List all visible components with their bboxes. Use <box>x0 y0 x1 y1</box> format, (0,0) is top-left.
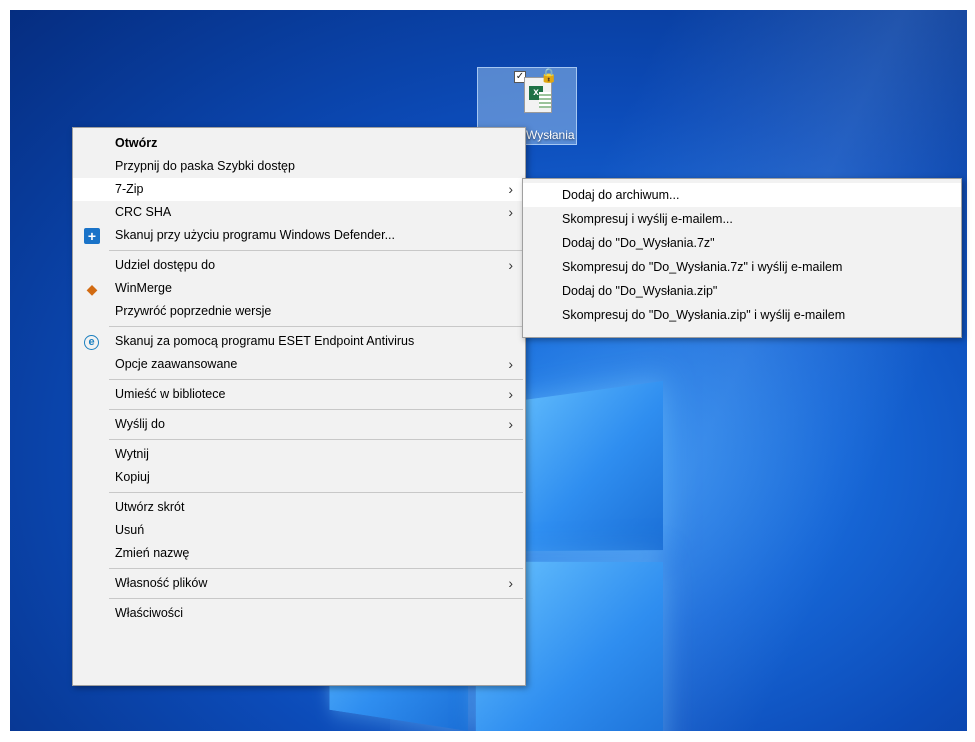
menu-item-delete[interactable]: Usuń <box>73 519 525 542</box>
menu-item-label: Przywróć poprzednie wersje <box>115 304 272 318</box>
chevron-right-icon: › <box>508 416 513 432</box>
eset-icon: e <box>84 335 99 350</box>
menu-item-restore-versions[interactable]: Przywróć poprzednie wersje <box>73 300 525 323</box>
menu-separator <box>109 409 523 410</box>
spreadsheet-grid-icon <box>539 92 551 108</box>
menu-item-label: Zmień nazwę <box>115 546 190 560</box>
context-menu: Otwórz Przypnij do paska Szybki dostęp 7… <box>72 127 526 686</box>
submenu-item-compress-email[interactable]: Skompresuj i wyślij e-mailem... <box>523 207 961 231</box>
menu-separator <box>109 492 523 493</box>
menu-item-7zip[interactable]: 7-Zip › <box>73 178 525 201</box>
menu-item-label: Skompresuj do "Do_Wysłania.zip" i wyślij… <box>562 308 846 322</box>
menu-separator <box>109 439 523 440</box>
menu-item-label: 7-Zip <box>115 182 144 196</box>
submenu-item-compress-zip-email[interactable]: Skompresuj do "Do_Wysłania.zip" i wyślij… <box>523 303 961 327</box>
lock-icon: 🔒 <box>540 67 558 83</box>
menu-item-label: Wytnij <box>115 447 149 461</box>
menu-item-label: Usuń <box>115 523 145 537</box>
chevron-right-icon: › <box>508 386 513 402</box>
submenu-item-add-zip[interactable]: Dodaj do "Do_Wysłania.zip" <box>523 279 961 303</box>
submenu-item-compress-7z-email[interactable]: Skompresuj do "Do_Wysłania.7z" i wyślij … <box>523 255 961 279</box>
menu-item-send-to[interactable]: Wyślij do › <box>73 413 525 436</box>
menu-item-eset-scan[interactable]: e Skanuj za pomocą programu ESET Endpoint… <box>73 330 525 353</box>
menu-item-pin-quick-access[interactable]: Przypnij do paska Szybki dostęp <box>73 155 525 178</box>
menu-item-file-ownership[interactable]: Własność plików › <box>73 572 525 595</box>
menu-item-winmerge[interactable]: ◆ WinMerge <box>73 277 525 300</box>
submenu-item-add-7z[interactable]: Dodaj do "Do_Wysłania.7z" <box>523 231 961 255</box>
chevron-right-icon: › <box>508 257 513 273</box>
menu-item-label: Wyślij do <box>115 417 165 431</box>
menu-item-label: Skanuj przy użyciu programu Windows Defe… <box>115 228 395 242</box>
menu-item-properties[interactable]: Właściwości <box>73 602 525 625</box>
menu-separator <box>109 568 523 569</box>
chevron-right-icon: › <box>508 575 513 591</box>
menu-item-copy[interactable]: Kopiuj <box>73 466 525 489</box>
menu-item-label: Kopiuj <box>115 470 150 484</box>
7zip-submenu: Dodaj do archiwum... Skompresuj i wyślij… <box>522 178 962 338</box>
menu-item-label: Udziel dostępu do <box>115 258 216 272</box>
menu-item-label: Dodaj do "Do_Wysłania.zip" <box>562 284 718 298</box>
chevron-right-icon: › <box>508 181 513 197</box>
menu-item-label: WinMerge <box>115 281 172 295</box>
menu-item-label: Skanuj za pomocą programu ESET Endpoint … <box>115 334 415 348</box>
menu-separator <box>109 326 523 327</box>
menu-item-label: Utwórz skrót <box>115 500 185 514</box>
menu-item-advanced-options[interactable]: Opcje zaawansowane › <box>73 353 525 376</box>
menu-separator <box>109 379 523 380</box>
menu-item-label: Własność plików <box>115 576 208 590</box>
menu-item-cut[interactable]: Wytnij <box>73 443 525 466</box>
file-name-label: Wysłania <box>526 128 575 142</box>
chevron-right-icon: › <box>508 356 513 372</box>
winmerge-icon: ◆ <box>86 281 98 297</box>
menu-item-label: CRC SHA <box>115 205 172 219</box>
menu-item-rename[interactable]: Zmień nazwę <box>73 542 525 565</box>
menu-item-label: Otwórz <box>115 136 158 150</box>
menu-item-label: Skompresuj i wyślij e-mailem... <box>562 212 733 226</box>
menu-item-give-access[interactable]: Udziel dostępu do › <box>73 254 525 277</box>
menu-separator <box>109 250 523 251</box>
menu-item-create-shortcut[interactable]: Utwórz skrót <box>73 496 525 519</box>
menu-item-label: Skompresuj do "Do_Wysłania.7z" i wyślij … <box>562 260 843 274</box>
menu-item-include-in-library[interactable]: Umieść w bibliotece › <box>73 383 525 406</box>
menu-item-label: Przypnij do paska Szybki dostęp <box>115 159 295 173</box>
windows-defender-icon: + <box>84 228 100 244</box>
menu-item-windows-defender[interactable]: + Skanuj przy użyciu programu Windows Def… <box>73 224 525 247</box>
menu-separator <box>109 598 523 599</box>
menu-item-label: Dodaj do "Do_Wysłania.7z" <box>562 236 715 250</box>
submenu-item-add-to-archive[interactable]: Dodaj do archiwum... <box>523 183 961 207</box>
menu-item-label: Umieść w bibliotece <box>115 387 226 401</box>
menu-item-crc-sha[interactable]: CRC SHA › <box>73 201 525 224</box>
menu-item-label: Opcje zaawansowane <box>115 357 238 371</box>
menu-item-label: Dodaj do archiwum... <box>562 188 680 202</box>
chevron-right-icon: › <box>508 204 513 220</box>
menu-item-open[interactable]: Otwórz <box>73 132 525 155</box>
menu-item-label: Właściwości <box>115 606 184 620</box>
